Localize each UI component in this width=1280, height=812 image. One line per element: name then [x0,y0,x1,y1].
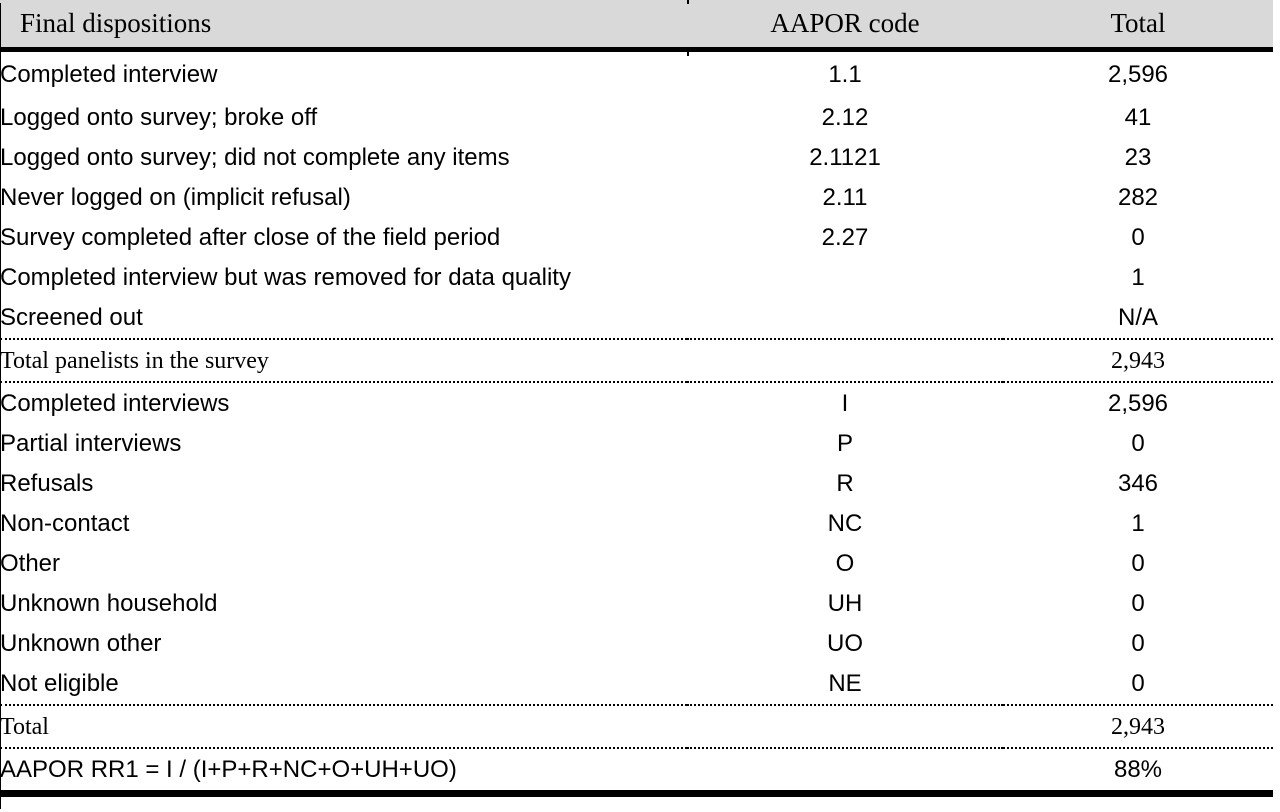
cell-disposition: Logged onto survey; did not complete any… [0,138,687,178]
cell-disposition: Total panelists in the survey [0,341,687,382]
table-row: Completed interview but was removed for … [0,258,1273,298]
cell-total: 2,943 [1003,341,1273,382]
cell-aapor-code: UH [687,584,1003,624]
column-tick-below-header [687,52,689,56]
cell-disposition: Not eligible [0,664,687,705]
cell-total: 2,943 [1003,707,1273,748]
cell-disposition: Logged onto survey; broke off [0,98,687,138]
cell-disposition: Partial interviews [0,424,687,464]
table-header-row: Final dispositions AAPOR code Total [0,0,1273,47]
table-row: Other O 0 [0,544,1273,584]
table-row: Survey completed after close of the fiel… [0,218,1273,258]
cell-aapor-code: 2.11 [687,178,1003,218]
cell-aapor-code: R [687,464,1003,504]
cell-disposition: Total [0,707,687,748]
cell-aapor-code: 2.12 [687,98,1003,138]
final-dispositions-table: Final dispositions AAPOR code Total Comp… [0,0,1273,797]
cell-aapor-code: I [687,384,1003,424]
cell-aapor-code [687,341,1003,382]
cell-disposition: Completed interviews [0,384,687,424]
table-row: Screened out N/A [0,298,1273,339]
cell-aapor-code: NC [687,504,1003,544]
cell-total: 23 [1003,138,1273,178]
cell-total: 2,596 [1003,52,1273,98]
cell-total: 346 [1003,464,1273,504]
column-header-total: Total [1003,0,1273,47]
cell-response-rate-formula: AAPOR RR1 = I / (I+P+R+NC+O+UH+UO) [0,750,687,790]
cell-disposition: Other [0,544,687,584]
cell-aapor-code: O [687,544,1003,584]
dispositions-table-container: Final dispositions AAPOR code Total Comp… [0,0,1273,797]
cell-aapor-code: 2.27 [687,218,1003,258]
cell-total: 2,596 [1003,384,1273,424]
table-row: Not eligible NE 0 [0,664,1273,705]
cell-disposition: Unknown other [0,624,687,664]
column-tick-top [687,0,689,4]
table-row: Never logged on (implicit refusal) 2.11 … [0,178,1273,218]
table-row-total: Total 2,943 [0,707,1273,748]
cell-disposition: Non-contact [0,504,687,544]
column-header-final-dispositions: Final dispositions [0,0,687,47]
table-row: Non-contact NC 1 [0,504,1273,544]
cell-disposition: Refusals [0,464,687,504]
cell-aapor-code [687,707,1003,748]
table-row: Unknown other UO 0 [0,624,1273,664]
cell-aapor-code [687,298,1003,339]
cell-aapor-code: UO [687,624,1003,664]
column-header-aapor-code: AAPOR code [687,0,1003,47]
cell-aapor-code: P [687,424,1003,464]
cell-disposition: Screened out [0,298,687,339]
cell-total: 1 [1003,504,1273,544]
table-row: Logged onto survey; did not complete any… [0,138,1273,178]
table-left-border [0,3,1,809]
table-bottom-rule [0,790,1273,797]
cell-total: N/A [1003,298,1273,339]
cell-aapor-code [687,750,1003,790]
table-row: Completed interviews I 2,596 [0,384,1273,424]
cell-total: 41 [1003,98,1273,138]
cell-response-rate-value: 88% [1003,750,1273,790]
cell-disposition: Unknown household [0,584,687,624]
cell-aapor-code [687,258,1003,298]
table-body: Completed interview 1.1 2,596 Logged ont… [0,52,1273,797]
table-row: Partial interviews P 0 [0,424,1273,464]
cell-aapor-code: 1.1 [687,52,1003,98]
cell-total: 1 [1003,258,1273,298]
cell-total: 0 [1003,584,1273,624]
cell-aapor-code: NE [687,664,1003,705]
cell-total: 0 [1003,624,1273,664]
cell-total: 0 [1003,424,1273,464]
cell-aapor-code: 2.1121 [687,138,1003,178]
cell-disposition: Completed interview but was removed for … [0,258,687,298]
cell-disposition: Never logged on (implicit refusal) [0,178,687,218]
table-row: Completed interview 1.1 2,596 [0,52,1273,98]
table-row-response-rate: AAPOR RR1 = I / (I+P+R+NC+O+UH+UO) 88% [0,750,1273,790]
table-row-subtotal: Total panelists in the survey 2,943 [0,341,1273,382]
table-row: Refusals R 346 [0,464,1273,504]
cell-total: 0 [1003,544,1273,584]
cell-disposition: Completed interview [0,52,687,98]
cell-total: 0 [1003,218,1273,258]
cell-total: 282 [1003,178,1273,218]
table-row: Unknown household UH 0 [0,584,1273,624]
table-row: Logged onto survey; broke off 2.12 41 [0,98,1273,138]
cell-total: 0 [1003,664,1273,705]
table-header: Final dispositions AAPOR code Total [0,0,1273,52]
cell-disposition: Survey completed after close of the fiel… [0,218,687,258]
